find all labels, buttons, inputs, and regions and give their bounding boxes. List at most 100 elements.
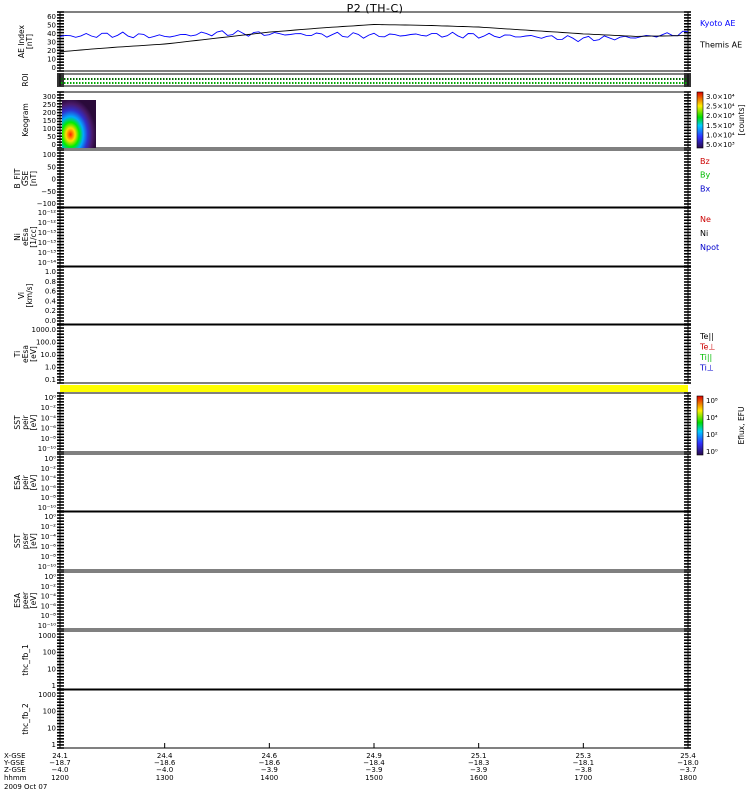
roi-dot	[148, 82, 150, 84]
roi-dot	[244, 78, 246, 80]
roi-dot	[379, 82, 381, 84]
roi-dot	[220, 82, 222, 84]
roi-dot	[85, 82, 87, 84]
roi-dot	[295, 78, 297, 80]
x-tick-hhmm: 1500	[365, 774, 383, 782]
roi-dot	[355, 78, 357, 80]
roi-dot	[448, 82, 450, 84]
y-tick-label: 1	[52, 682, 56, 690]
roi-dot	[433, 78, 435, 80]
y-tick-label: 300	[43, 93, 56, 101]
roi-dot	[442, 78, 444, 80]
roi-dot	[586, 78, 588, 80]
roi-dot	[436, 82, 438, 84]
roi-dot	[157, 82, 159, 84]
roi-dot	[139, 82, 141, 84]
roi-dot	[661, 82, 663, 84]
roi-dot	[235, 78, 237, 80]
roi-dot	[382, 78, 384, 80]
roi-dot	[445, 78, 447, 80]
roi-dot	[163, 82, 165, 84]
y-tick-label: 30	[47, 39, 56, 47]
roi-dot	[121, 82, 123, 84]
roi-dot	[205, 82, 207, 84]
roi-dot	[472, 78, 474, 80]
roi-dot	[631, 78, 633, 80]
roi-dot	[106, 78, 108, 80]
roi-dot	[112, 82, 114, 84]
roi-dot	[121, 78, 123, 80]
roi-dot	[460, 78, 462, 80]
roi-dot	[613, 82, 615, 84]
roi-dot	[364, 82, 366, 84]
roi-dot	[214, 78, 216, 80]
roi-dot	[604, 78, 606, 80]
roi-dot	[373, 82, 375, 84]
roi-dot	[346, 78, 348, 80]
roi-dot	[667, 78, 669, 80]
y-tick-label: 10⁻⁶	[41, 425, 57, 433]
colorbar-tick: 3.0×10⁴	[706, 93, 735, 101]
roi-dot	[472, 82, 474, 84]
roi-dot	[418, 78, 420, 80]
roi-dot	[340, 78, 342, 80]
y-tick-label: 0.2	[45, 307, 56, 315]
roi-dot	[556, 78, 558, 80]
roi-dot	[454, 78, 456, 80]
roi-dot	[457, 78, 459, 80]
roi-dot	[193, 78, 195, 80]
roi-dot	[487, 78, 489, 80]
roi-dot	[532, 78, 534, 80]
roi-dot	[496, 78, 498, 80]
roi-dot	[109, 78, 111, 80]
legend-npot: Npot	[700, 243, 719, 252]
roi-dot	[268, 78, 270, 80]
roi-dot	[502, 78, 504, 80]
roi-dot	[157, 78, 159, 80]
roi-dot	[415, 78, 417, 80]
roi-dot	[421, 82, 423, 84]
roi-dot	[79, 82, 81, 84]
colorbar-tick: 5.0×10³	[706, 141, 735, 149]
roi-dot	[523, 78, 525, 80]
roi-dot	[409, 82, 411, 84]
y-tick-label: 10⁻²	[41, 404, 57, 412]
roi-dot	[370, 78, 372, 80]
roi-dot	[676, 78, 678, 80]
roi-dot	[187, 78, 189, 80]
roi-dot	[76, 78, 78, 80]
x-row-label: Z-GSE	[4, 766, 26, 774]
y-tick-label: 1.0	[45, 268, 56, 276]
y-axis-label: ROI	[21, 73, 30, 86]
roi-dot	[565, 78, 567, 80]
roi-dot	[331, 82, 333, 84]
roi-dot	[292, 78, 294, 80]
roi-dot	[409, 78, 411, 80]
roi-dot	[346, 82, 348, 84]
roi-dot	[622, 82, 624, 84]
colorbar-label: [counts]	[737, 104, 746, 135]
roi-dot	[517, 78, 519, 80]
roi-dot	[166, 82, 168, 84]
roi-dot	[172, 78, 174, 80]
roi-dot	[214, 82, 216, 84]
roi-dot	[100, 78, 102, 80]
roi-dot	[580, 78, 582, 80]
x-tick-zgse: −3.7	[680, 766, 697, 774]
roi-dot	[226, 82, 228, 84]
roi-dot	[247, 82, 249, 84]
panel-frame	[59, 689, 689, 749]
x-tick-hhmm: 1800	[679, 774, 697, 782]
roi-dot	[316, 78, 318, 80]
roi-dot	[253, 82, 255, 84]
roi-dot	[202, 78, 204, 80]
y-axis-label: Keogram	[21, 103, 30, 137]
roi-dot	[466, 82, 468, 84]
panel-frame	[59, 207, 689, 267]
roi-dot	[295, 82, 297, 84]
roi-dot	[361, 78, 363, 80]
roi-dot	[514, 78, 516, 80]
roi-dot	[583, 82, 585, 84]
roi-dot	[142, 78, 144, 80]
y-tick-label: 10⁻⁸	[41, 553, 57, 561]
